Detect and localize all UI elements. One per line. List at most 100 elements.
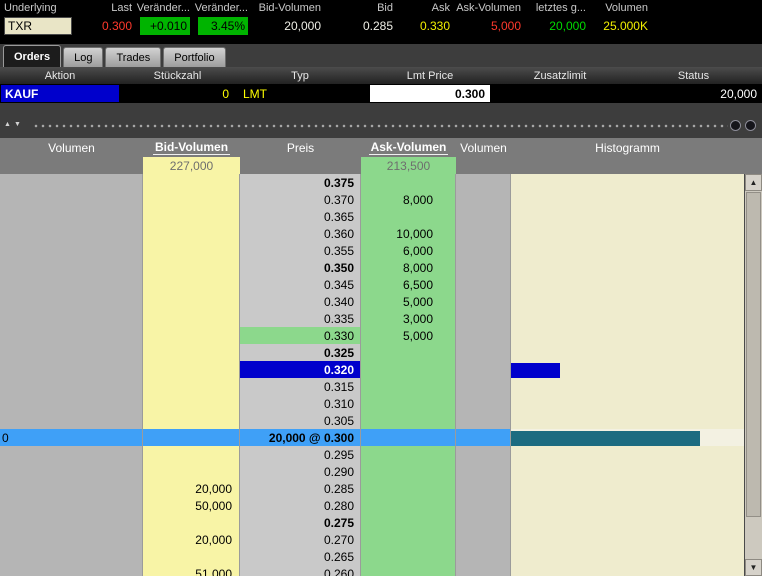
dom-cell-price[interactable]: 0.265 bbox=[240, 548, 361, 565]
dom-cell-ask-volume[interactable] bbox=[361, 344, 456, 361]
order-quantity-cell[interactable]: 0 bbox=[120, 87, 235, 101]
dom-cell-bid-volume[interactable]: 50,000 bbox=[143, 497, 240, 514]
dom-cell-price[interactable]: 0.305 bbox=[240, 412, 361, 429]
collapse-down-icon[interactable]: ▼ bbox=[14, 121, 21, 128]
dom-cell-ask-volume[interactable] bbox=[361, 531, 456, 548]
dom-cell-bid-volume[interactable] bbox=[143, 412, 240, 429]
round-button-2[interactable] bbox=[745, 120, 756, 131]
dom-cell-ask-volume[interactable] bbox=[361, 497, 456, 514]
dom-cell-volume-left bbox=[0, 327, 143, 344]
dom-cell-bid-volume[interactable] bbox=[143, 242, 240, 259]
dom-cell-ask-volume[interactable] bbox=[361, 463, 456, 480]
dom-cell-ask-volume[interactable] bbox=[361, 446, 456, 463]
dom-cell-ask-volume[interactable] bbox=[361, 174, 456, 191]
dom-cell-ask-volume[interactable] bbox=[361, 361, 456, 378]
dom-cell-bid-volume[interactable] bbox=[143, 548, 240, 565]
tab-portfolio[interactable]: Portfolio bbox=[163, 47, 226, 67]
dom-cell-bid-volume[interactable] bbox=[143, 174, 240, 191]
dom-cell-price[interactable]: 0.315 bbox=[240, 378, 361, 395]
dom-cell-price[interactable]: 0.330 bbox=[240, 327, 361, 344]
dom-cell-histogram bbox=[511, 310, 744, 327]
dom-cell-ask-volume[interactable]: 5,000 bbox=[361, 293, 456, 310]
dom-cell-price[interactable]: 0.295 bbox=[240, 446, 361, 463]
dom-cell-bid-volume[interactable] bbox=[143, 225, 240, 242]
dom-row: 0.355 6,000 bbox=[0, 242, 744, 259]
dom-cell-ask-volume[interactable] bbox=[361, 395, 456, 412]
dom-cell-ask-volume[interactable] bbox=[361, 378, 456, 395]
dom-cell-bid-volume[interactable] bbox=[143, 378, 240, 395]
order-header-lmt-price: Lmt Price bbox=[406, 69, 454, 82]
dom-cell-ask-volume[interactable]: 3,000 bbox=[361, 310, 456, 327]
dom-cell-price[interactable]: 0.270 bbox=[240, 531, 361, 548]
splitter-handle[interactable] bbox=[34, 124, 728, 128]
dom-cell-bid-volume[interactable]: 20,000 bbox=[143, 480, 240, 497]
dom-cell-bid-volume[interactable]: 51,000 bbox=[143, 565, 240, 576]
dom-cell-bid-volume[interactable] bbox=[143, 446, 240, 463]
order-action-cell[interactable]: KAUF bbox=[1, 85, 119, 102]
round-button-1[interactable] bbox=[730, 120, 741, 131]
collapse-up-icon[interactable]: ▲ bbox=[4, 121, 11, 128]
dom-cell-price[interactable]: 0.340 bbox=[240, 293, 361, 310]
dom-cell-price[interactable]: 20,000 @ 0.300 bbox=[240, 429, 361, 446]
dom-cell-histogram bbox=[511, 208, 744, 225]
dom-cell-bid-volume[interactable] bbox=[143, 429, 240, 446]
dom-cell-price[interactable]: 0.280 bbox=[240, 497, 361, 514]
dom-cell-bid-volume[interactable] bbox=[143, 259, 240, 276]
order-type-cell[interactable]: LMT bbox=[235, 87, 365, 101]
dom-cell-price[interactable]: 0.360 bbox=[240, 225, 361, 242]
tab-trades[interactable]: Trades bbox=[105, 47, 162, 67]
dom-cell-price[interactable]: 0.370 bbox=[240, 191, 361, 208]
dom-cell-ask-volume[interactable] bbox=[361, 565, 456, 576]
dom-cell-ask-volume[interactable] bbox=[361, 514, 456, 531]
dom-cell-bid-volume[interactable] bbox=[143, 327, 240, 344]
dom-cell-price[interactable]: 0.325 bbox=[240, 344, 361, 361]
order-header-stueckzahl: Stückzahl bbox=[153, 69, 202, 82]
dom-cell-price[interactable]: 0.260 bbox=[240, 565, 361, 576]
dom-cell-bid-volume[interactable] bbox=[143, 395, 240, 412]
dom-cell-price[interactable]: 0.310 bbox=[240, 395, 361, 412]
scroll-down-button[interactable]: ▼ bbox=[745, 559, 762, 576]
dom-cell-bid-volume[interactable] bbox=[143, 276, 240, 293]
dom-cell-ask-volume[interactable]: 5,000 bbox=[361, 327, 456, 344]
dom-cell-ask-volume[interactable]: 6,000 bbox=[361, 242, 456, 259]
dom-cell-ask-volume[interactable]: 10,000 bbox=[361, 225, 456, 242]
dom-cell-price[interactable]: 0.375 bbox=[240, 174, 361, 191]
dom-cell-bid-volume[interactable] bbox=[143, 344, 240, 361]
dom-cell-price[interactable]: 0.345 bbox=[240, 276, 361, 293]
dom-cell-price[interactable]: 0.285 bbox=[240, 480, 361, 497]
dom-cell-price[interactable]: 0.355 bbox=[240, 242, 361, 259]
dom-cell-price[interactable]: 0.275 bbox=[240, 514, 361, 531]
order-zusatzlimit-cell[interactable] bbox=[495, 85, 625, 102]
quote-header-last-size: letztes g... bbox=[535, 1, 586, 14]
dom-cell-bid-volume[interactable]: 20,000 bbox=[143, 531, 240, 548]
dom-cell-ask-volume[interactable]: 8,000 bbox=[361, 259, 456, 276]
dom-cell-bid-volume[interactable] bbox=[143, 293, 240, 310]
dom-cell-bid-volume[interactable] bbox=[143, 514, 240, 531]
dom-cell-bid-volume[interactable] bbox=[143, 310, 240, 327]
underlying-symbol[interactable]: TXR bbox=[4, 17, 72, 35]
quote-header-bid-volume: Bid-Volumen bbox=[258, 1, 321, 14]
vertical-scrollbar[interactable]: ▲ ▼ bbox=[744, 174, 762, 576]
dom-cell-bid-volume[interactable] bbox=[143, 208, 240, 225]
dom-cell-price[interactable]: 0.320 bbox=[240, 361, 361, 378]
dom-row: 0.370 8,000 bbox=[0, 191, 744, 208]
dom-cell-price[interactable]: 0.365 bbox=[240, 208, 361, 225]
tab-orders[interactable]: Orders bbox=[3, 45, 62, 67]
dom-cell-ask-volume[interactable] bbox=[361, 429, 456, 446]
dom-cell-price[interactable]: 0.350 bbox=[240, 259, 361, 276]
dom-cell-ask-volume[interactable]: 8,000 bbox=[361, 191, 456, 208]
dom-cell-ask-volume[interactable] bbox=[361, 208, 456, 225]
dom-cell-ask-volume[interactable] bbox=[361, 548, 456, 565]
dom-cell-ask-volume[interactable] bbox=[361, 480, 456, 497]
dom-cell-ask-volume[interactable]: 6,500 bbox=[361, 276, 456, 293]
dom-cell-ask-volume[interactable] bbox=[361, 412, 456, 429]
scrollbar-thumb[interactable] bbox=[746, 192, 761, 517]
lmt-price-input[interactable] bbox=[370, 85, 490, 102]
dom-cell-price[interactable]: 0.335 bbox=[240, 310, 361, 327]
tab-log[interactable]: Log bbox=[63, 47, 104, 67]
dom-cell-bid-volume[interactable] bbox=[143, 361, 240, 378]
dom-cell-bid-volume[interactable] bbox=[143, 463, 240, 480]
dom-cell-bid-volume[interactable] bbox=[143, 191, 240, 208]
scroll-up-button[interactable]: ▲ bbox=[745, 174, 762, 191]
dom-cell-price[interactable]: 0.290 bbox=[240, 463, 361, 480]
